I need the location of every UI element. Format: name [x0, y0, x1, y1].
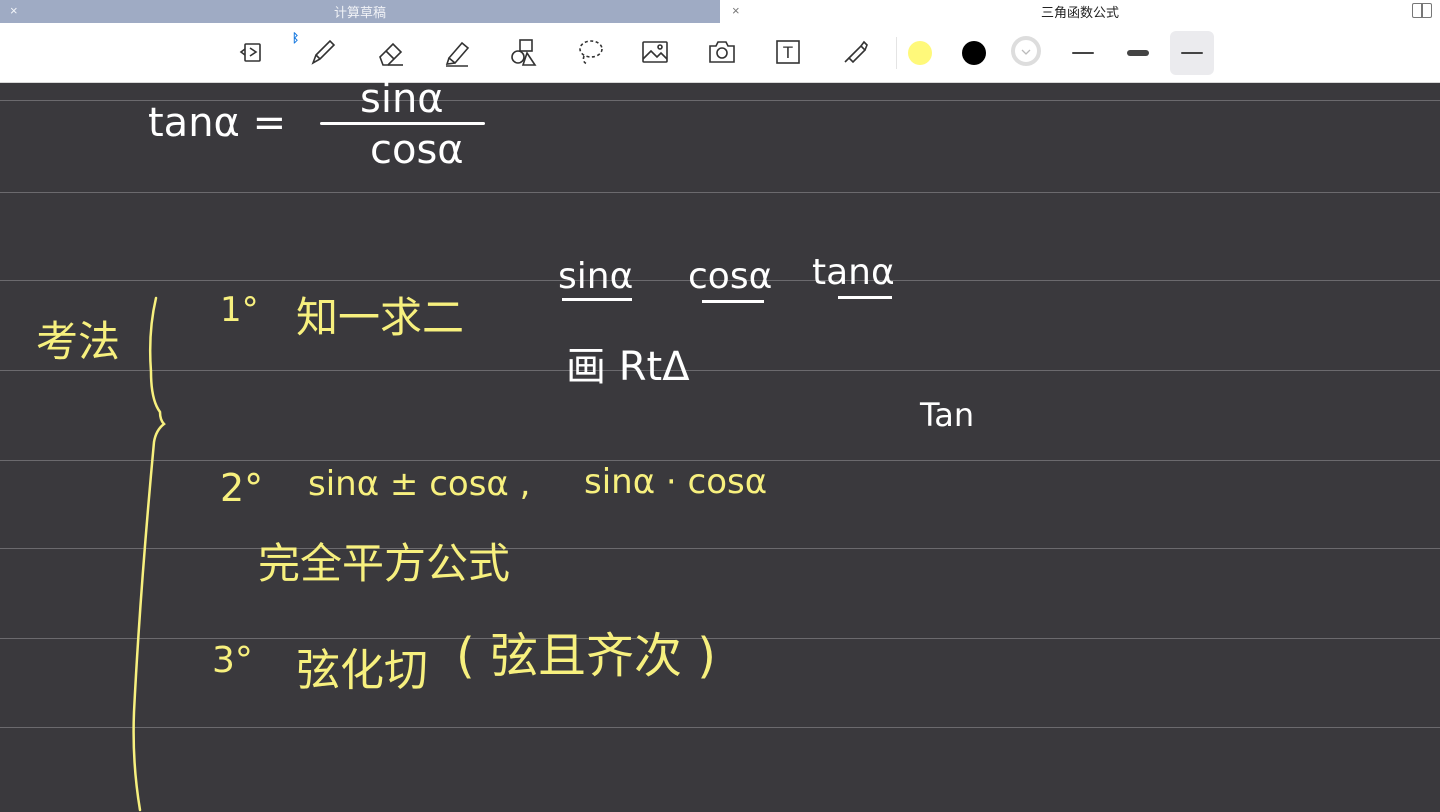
trio-sin: sinα: [558, 256, 634, 297]
camera-icon[interactable]: [701, 31, 743, 73]
stroke-selected-line: [1181, 52, 1203, 54]
ruled-line: [0, 638, 1440, 639]
ruled-line: [0, 370, 1440, 371]
item3-text: 弦化切: [296, 645, 428, 696]
shapes-icon[interactable]: [502, 31, 544, 73]
underline-cos: [702, 300, 764, 303]
tab-label: 三角函数公式: [1040, 5, 1119, 20]
tan-formula-denominator: cosα: [370, 127, 464, 173]
item1-text: 知一求二: [296, 293, 465, 342]
ruled-line: [0, 727, 1440, 728]
draw-triangle-note: 画 RtΔ: [566, 344, 690, 390]
tan-note: Tan: [920, 396, 975, 434]
curly-brace: [132, 296, 166, 812]
stroke-medium-button[interactable]: [1116, 31, 1160, 75]
item2-subtext: 完全平方公式: [258, 539, 511, 588]
trio-tan: tanα: [812, 252, 895, 293]
item2-expression-2: sinα · cosα: [584, 462, 768, 502]
underline-tan: [838, 296, 892, 299]
item2-number: 2°: [220, 466, 264, 510]
color-black-swatch[interactable]: [962, 41, 986, 65]
bluetooth-icon: ᛒ: [292, 31, 300, 45]
item3-number: 3°: [212, 640, 253, 681]
image-icon[interactable]: [634, 31, 676, 73]
tab-bar: × 计算草稿 × 三角函数公式: [0, 0, 1440, 23]
trio-cos: cosα: [688, 256, 773, 297]
split-view-icon[interactable]: [1412, 3, 1432, 18]
underline-sin: [562, 298, 632, 301]
drawing-toolbar: ᛒ T: [0, 23, 1440, 83]
tab-calc-draft[interactable]: × 计算草稿: [0, 0, 720, 23]
item2-expression-1: sinα ± cosα ,: [308, 464, 531, 504]
ruled-line: [0, 192, 1440, 193]
tab-label: 计算草稿: [333, 5, 386, 20]
stroke-selected-button[interactable]: [1170, 31, 1214, 75]
color-yellow-swatch[interactable]: [908, 41, 932, 65]
laser-pointer-icon[interactable]: [834, 31, 876, 73]
close-tab-icon[interactable]: ×: [10, 3, 18, 18]
note-page[interactable]: tanα = sinα cosα 考法 1° 知一求二 sinα cosα ta…: [0, 76, 1440, 812]
eraser-icon[interactable]: [370, 31, 412, 73]
stroke-medium-line: [1127, 50, 1149, 56]
close-tab-icon[interactable]: ×: [732, 3, 740, 18]
color-custom-swatch[interactable]: [1011, 36, 1041, 66]
view-mode-icon[interactable]: [231, 31, 273, 73]
lasso-icon[interactable]: [569, 31, 611, 73]
pen-icon[interactable]: [302, 31, 344, 73]
fraction-bar: [320, 122, 485, 125]
textbox-icon[interactable]: T: [767, 31, 809, 73]
method-label: 考法: [36, 317, 121, 366]
stroke-thin-button[interactable]: [1061, 31, 1105, 75]
tab-trig-formulas[interactable]: × 三角函数公式: [720, 0, 1440, 23]
ruled-line: [0, 460, 1440, 461]
textbox-glyph: T: [783, 43, 793, 62]
tan-formula-lhs: tanα =: [148, 100, 287, 146]
toolbar-divider: [896, 37, 897, 69]
item1-number: 1°: [220, 290, 259, 330]
ruled-line: [0, 548, 1440, 549]
highlighter-icon[interactable]: [436, 31, 478, 73]
tan-formula-numerator: sinα: [360, 76, 444, 122]
stroke-thin-line: [1072, 51, 1094, 55]
item3-parenthetical: ( 弦且齐次 ): [456, 628, 716, 684]
